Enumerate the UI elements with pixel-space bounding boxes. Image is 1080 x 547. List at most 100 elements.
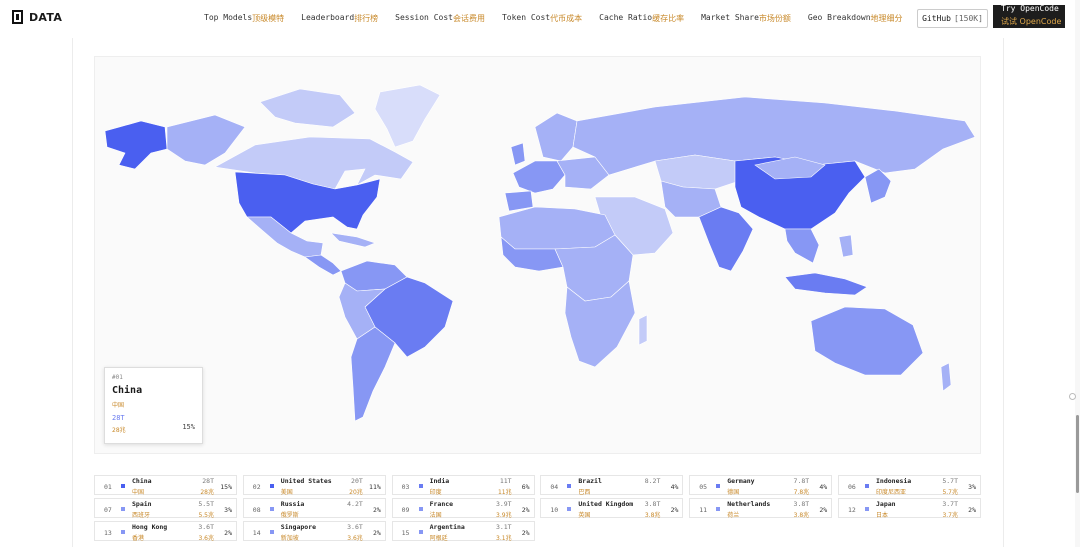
card-value-zh: 3.8兆 [793, 512, 810, 519]
card-rank: 11 [699, 506, 708, 514]
card-country: United Kingdom [578, 500, 634, 508]
card-country-zh: 日本 [876, 512, 889, 519]
card-country-zh: 印度 [429, 489, 442, 496]
map-chile-argentina[interactable] [350, 326, 396, 422]
card-value: 3.6T [198, 523, 214, 531]
country-card[interactable]: 11 Netherlands 荷兰 3.8T 3.8兆 2% [689, 498, 833, 519]
country-card[interactable]: 13 Hong Kong 香港 3.6T 3.6兆 2% [94, 521, 237, 542]
card-country-zh: 俄罗斯 [280, 512, 299, 519]
card-swatch-icon [121, 484, 125, 488]
country-card[interactable]: 03 India 印度 11T 11兆 6% [391, 475, 535, 496]
card-rank: 07 [104, 506, 112, 514]
map-central-america[interactable] [304, 254, 342, 276]
map-uk[interactable] [510, 142, 526, 166]
card-value-zh: 3.6兆 [198, 535, 214, 542]
card-country: China [132, 477, 152, 485]
try-label: Try OpenCode [1001, 5, 1059, 13]
country-card[interactable]: 10 United Kingdom 英国 3.8T 3.8兆 2% [540, 498, 684, 519]
card-value-zh: 20兆 [349, 489, 363, 496]
card-country: India [429, 477, 450, 485]
map-north-africa[interactable] [498, 206, 616, 250]
country-card[interactable]: 12 Japan 日本 3.7T 3.7兆 2% [838, 498, 981, 519]
country-card[interactable]: 14 Singapore 新加坡 3.6T 3.6兆 2% [242, 521, 386, 542]
map-spain[interactable] [504, 190, 534, 212]
try-label-zh: 试试 OpenCode [1001, 17, 1062, 26]
card-value: 3.1T [495, 523, 512, 531]
card-rank: 13 [104, 529, 112, 537]
country-card[interactable]: 05 Germany 德国 7.8T 7.8兆 4% [689, 475, 833, 496]
card-percent: 2% [224, 529, 232, 537]
map-caribbean[interactable] [330, 232, 376, 248]
card-country: France [429, 500, 454, 508]
country-card[interactable]: 01 China 中国 28T 28兆 15% [94, 475, 237, 496]
card-rank: 03 [401, 483, 410, 491]
country-card[interactable]: 07 Spain 西班牙 5.5T 5.5兆 3% [94, 498, 237, 519]
card-country: Spain [132, 500, 152, 508]
card-percent: 3% [224, 506, 232, 514]
nav-session-cost[interactable]: Session Cost 会话费用 [395, 13, 485, 24]
map-western-europe[interactable] [512, 160, 566, 194]
map-madagascar[interactable] [638, 314, 648, 346]
card-swatch-icon [418, 484, 423, 488]
map-korea-japan[interactable] [864, 168, 892, 204]
card-percent: 2% [372, 529, 381, 537]
card-percent: 2% [670, 506, 679, 514]
side-indicator-icon[interactable] [1069, 393, 1076, 400]
github-button[interactable]: GitHub [150K] [917, 9, 988, 28]
map-greenland[interactable] [374, 84, 441, 148]
card-value: 3.7T [942, 500, 958, 508]
nav-geo-breakdown[interactable]: Geo Breakdown 地理细分 [808, 13, 903, 24]
nav-token-cost[interactable]: Token Cost 代币成本 [502, 13, 582, 24]
card-value: 28T [202, 477, 214, 485]
map-new-zealand[interactable] [940, 362, 952, 392]
card-percent: 15% [220, 483, 232, 491]
card-value: 20T [351, 477, 363, 485]
map-india[interactable] [698, 206, 754, 272]
card-percent: 2% [372, 506, 381, 514]
card-country-zh: 中国 [132, 489, 145, 496]
country-tooltip: #01 China 中国 28T 28兆 15% [104, 367, 203, 444]
world-map [104, 84, 976, 422]
map-scandinavia[interactable] [534, 112, 578, 162]
card-country: Argentina [429, 523, 465, 531]
card-rank: 06 [848, 483, 856, 491]
map-alaska[interactable] [104, 120, 168, 170]
card-swatch-icon [865, 484, 869, 488]
map-philippines[interactable] [838, 234, 854, 258]
card-value: 11T [499, 477, 512, 485]
map-indonesia[interactable] [784, 272, 868, 296]
tooltip-value: 28T [112, 414, 125, 422]
card-value: 3.8T [793, 500, 810, 508]
try-opencode-button[interactable]: Try OpenCode 试试 OpenCode [993, 5, 1065, 28]
nav-cache-ratio[interactable]: Cache Ratio 缓存比率 [599, 13, 684, 24]
card-country-zh: 荷兰 [727, 512, 740, 519]
card-swatch-icon [269, 507, 274, 511]
country-card[interactable]: 02 United States 美国 20T 20兆 11% [242, 475, 386, 496]
nav-leaderboard[interactable]: Leaderboard 排行榜 [301, 13, 378, 24]
nav-top-models[interactable]: Top Models 顶级模特 [204, 13, 284, 24]
country-card[interactable]: 06 Indonesia 印度尼西亚 5.7T 5.7兆 3% [838, 475, 981, 496]
map-arctic-islands[interactable] [259, 88, 356, 128]
card-country-zh: 新加坡 [280, 535, 299, 542]
top-bar: DATA Top Models 顶级模特 Leaderboard 排行榜 Sessi… [0, 0, 1080, 38]
country-card[interactable]: 15 Argentina 阿根廷 3.1T 3.1兆 2% [391, 521, 535, 542]
country-card[interactable]: 04 Brazil 巴西 8.2T 4% [540, 475, 684, 496]
card-value-zh: 5.5兆 [198, 512, 214, 519]
card-rank: 09 [401, 506, 410, 514]
card-value: 3.6T [347, 523, 363, 531]
card-country: Japan [876, 500, 896, 508]
card-value: 3.8T [644, 500, 661, 508]
scrollbar-thumb[interactable] [1076, 415, 1079, 493]
nav-market-share[interactable]: Market Share 市场份额 [701, 13, 791, 24]
card-country-zh: 法国 [429, 512, 442, 519]
card-swatch-icon [716, 507, 721, 511]
tooltip-country-zh: 中国 [112, 402, 125, 409]
map-australia[interactable] [810, 306, 924, 376]
country-card[interactable]: 09 France 法国 3.9T 3.9兆 2% [391, 498, 535, 519]
card-percent: 2% [968, 506, 976, 514]
country-card[interactable]: 08 Russia 俄罗斯 4.2T 2% [242, 498, 386, 519]
brand-logo[interactable]: DATA [12, 10, 62, 24]
logo-icon [12, 10, 23, 24]
map-southeast-asia[interactable] [784, 228, 820, 264]
card-value: 7.8T [793, 477, 810, 485]
